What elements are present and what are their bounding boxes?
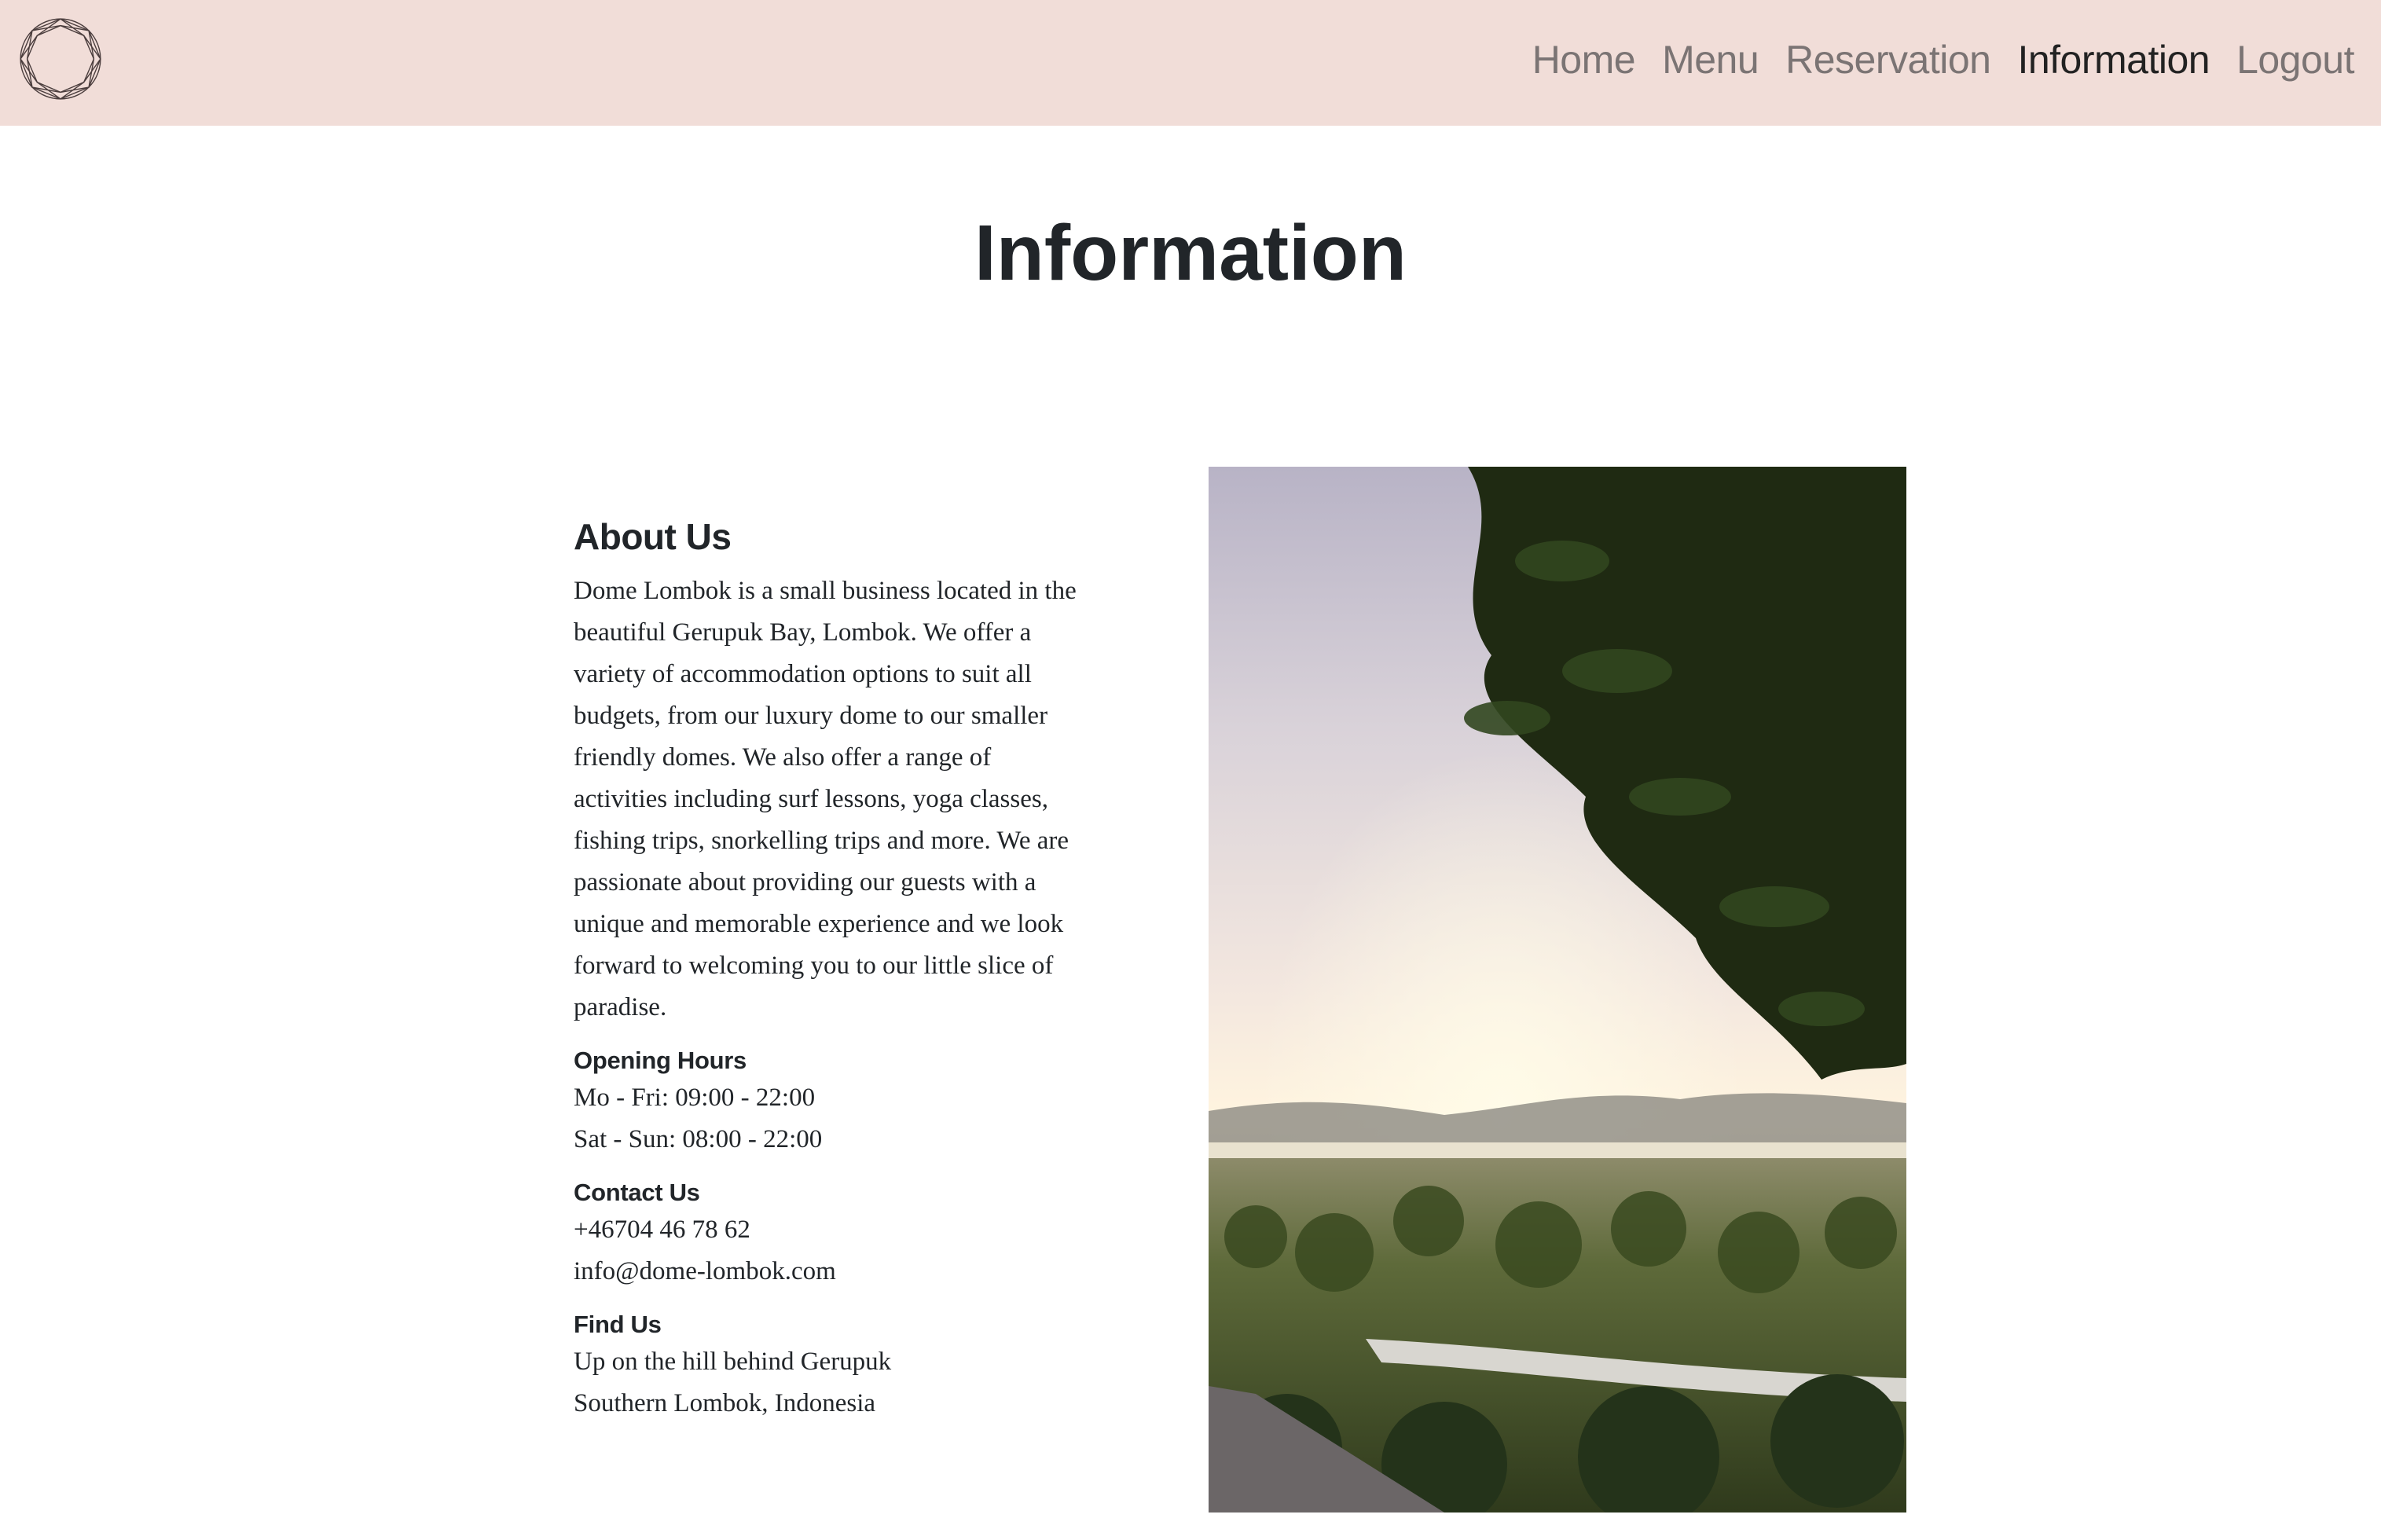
nav-reservation[interactable]: Reservation (1785, 37, 1991, 82)
nav-home[interactable]: Home (1532, 37, 1636, 82)
about-text: Dome Lombok is a small business located … (574, 577, 1077, 1021)
find-heading: Find Us (574, 1311, 662, 1338)
contact-heading: Contact Us (574, 1179, 700, 1206)
contact-phone: +46704 46 78 62 (574, 1216, 750, 1244)
main-nav: Home Menu Reservation Information Logout (1532, 0, 2355, 119)
hours-weekend: Sat - Sun: 08:00 - 22:00 (574, 1125, 823, 1153)
nav-menu[interactable]: Menu (1662, 37, 1759, 82)
hours-weekdays: Mo - Fri: 09:00 - 22:00 (574, 1084, 816, 1112)
logo-icon[interactable] (19, 17, 102, 101)
nav-logout[interactable]: Logout (2236, 37, 2354, 82)
find-line-2: Southern Lombok, Indonesia (574, 1389, 876, 1417)
nav-information[interactable]: Information (2017, 37, 2210, 82)
info-column: About Us Dome Lombok is a small business… (574, 511, 1077, 1424)
contact-email: info@dome-lombok.com (574, 1257, 836, 1285)
landscape-photo (1209, 467, 1906, 1512)
navbar: Home Menu Reservation Information Logout (0, 0, 2381, 126)
page-title: Information (974, 209, 1407, 297)
about-heading: About Us (574, 516, 732, 557)
hours-heading: Opening Hours (574, 1047, 747, 1074)
find-line-1: Up on the hill behind Gerupuk (574, 1348, 892, 1376)
